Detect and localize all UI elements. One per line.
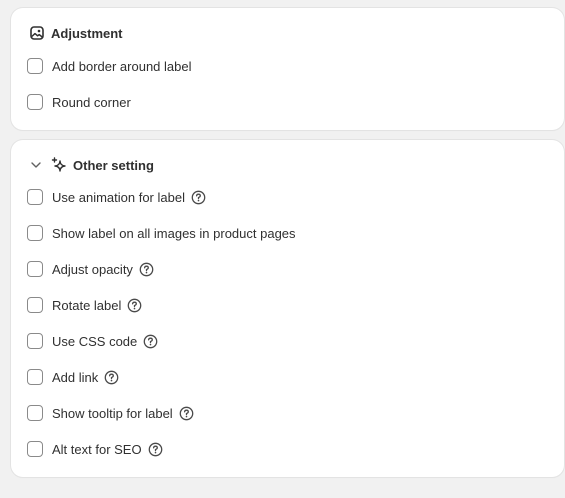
chevron-down-icon[interactable]	[29, 158, 43, 172]
help-circle-icon[interactable]	[148, 442, 163, 457]
option-label: Rotate label	[52, 297, 122, 313]
option-label: Add border around label	[52, 58, 192, 74]
show-label-all-images-checkbox[interactable]	[27, 225, 43, 241]
option-round-corner[interactable]: Round corner	[27, 92, 131, 112]
option-use-animation[interactable]: Use animation for label	[27, 187, 206, 207]
add-border-checkbox[interactable]	[27, 58, 43, 74]
option-add-link[interactable]: Add link	[27, 367, 119, 387]
option-rotate-label[interactable]: Rotate label	[27, 295, 142, 315]
help-circle-icon[interactable]	[104, 370, 119, 385]
adjustment-header: Adjustment	[29, 23, 123, 43]
option-label: Use animation for label	[52, 189, 185, 205]
round-corner-checkbox[interactable]	[27, 94, 43, 110]
other-setting-header[interactable]: Other setting	[29, 155, 154, 175]
option-adjust-opacity[interactable]: Adjust opacity	[27, 259, 154, 279]
help-circle-icon[interactable]	[139, 262, 154, 277]
option-label: Round corner	[52, 94, 131, 110]
help-circle-icon[interactable]	[191, 190, 206, 205]
image-icon	[29, 25, 45, 41]
use-css-code-checkbox[interactable]	[27, 333, 43, 349]
help-circle-icon[interactable]	[179, 406, 194, 421]
option-label: Show label on all images in product page…	[52, 225, 296, 241]
option-alt-text-seo[interactable]: Alt text for SEO	[27, 439, 163, 459]
show-tooltip-checkbox[interactable]	[27, 405, 43, 421]
option-use-css-code[interactable]: Use CSS code	[27, 331, 158, 351]
add-link-checkbox[interactable]	[27, 369, 43, 385]
option-label: Add link	[52, 369, 99, 385]
option-label: Alt text for SEO	[52, 441, 142, 457]
help-circle-icon[interactable]	[143, 334, 158, 349]
option-show-label-all-images[interactable]: Show label on all images in product page…	[27, 223, 296, 243]
other-setting-card: Other setting Use animation for label Sh…	[11, 140, 564, 477]
option-label: Show tooltip for label	[52, 405, 173, 421]
use-animation-checkbox[interactable]	[27, 189, 43, 205]
option-label: Adjust opacity	[52, 261, 133, 277]
sparkle-icon	[51, 157, 67, 173]
help-circle-icon[interactable]	[127, 298, 142, 313]
option-show-tooltip[interactable]: Show tooltip for label	[27, 403, 194, 423]
adjustment-card: Adjustment Add border around label Round…	[11, 8, 564, 130]
rotate-label-checkbox[interactable]	[27, 297, 43, 313]
other-setting-title: Other setting	[73, 157, 154, 173]
adjustment-title: Adjustment	[51, 25, 123, 41]
option-add-border[interactable]: Add border around label	[27, 56, 192, 76]
option-label: Use CSS code	[52, 333, 138, 349]
alt-text-seo-checkbox[interactable]	[27, 441, 43, 457]
adjust-opacity-checkbox[interactable]	[27, 261, 43, 277]
